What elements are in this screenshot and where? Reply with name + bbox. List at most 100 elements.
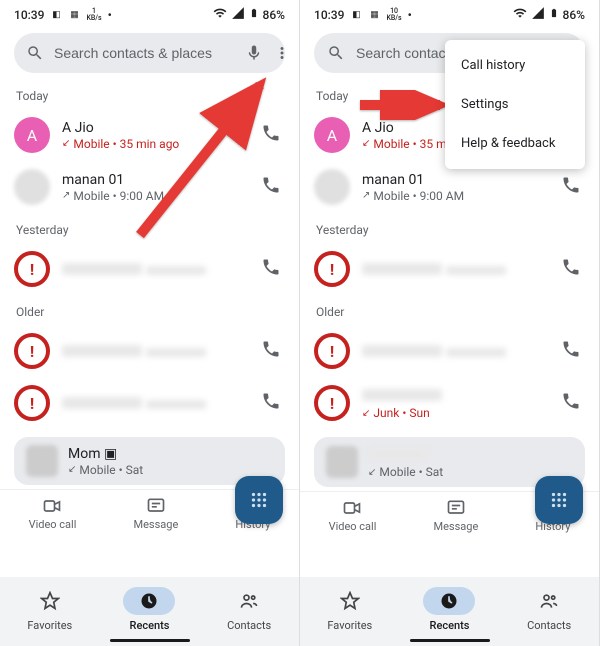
suggest-name: Mom ▣: [68, 446, 273, 462]
blurred-meta: [446, 266, 506, 275]
menu-help[interactable]: Help & feedback: [445, 124, 585, 163]
menu-call-history[interactable]: Call history: [445, 46, 585, 85]
spam-icon: !: [314, 251, 350, 287]
wifi-icon: [213, 6, 227, 23]
battery-icon: [549, 6, 559, 23]
status-bar: 10:39 ◧ ▦ 10KB/s • 86%: [300, 0, 599, 27]
incoming-icon: ↙: [68, 464, 76, 475]
blurred-name: [368, 448, 428, 460]
bottom-nav: Favorites Recents Contacts: [0, 577, 299, 646]
spam-icon: !: [14, 385, 50, 421]
bottom-nav: Favorites Recents Contacts: [300, 577, 599, 646]
call-item[interactable]: !: [0, 325, 299, 377]
dialpad-fab[interactable]: [535, 476, 583, 524]
blurred-name: [62, 263, 142, 275]
tab-message[interactable]: Message: [134, 496, 179, 531]
nav-favorites[interactable]: Favorites: [10, 587, 90, 632]
notification-icon: ◧: [50, 9, 62, 21]
battery-pct: 86%: [563, 8, 585, 22]
spam-icon: !: [314, 333, 350, 369]
mic-icon[interactable]: [245, 43, 263, 63]
avatar: A: [314, 117, 350, 153]
sim-icon: ▦: [68, 9, 80, 21]
section-older: Older: [0, 295, 299, 325]
nav-recents[interactable]: Recents: [409, 587, 489, 632]
signal-icon: [231, 6, 245, 23]
nav-contacts[interactable]: Contacts: [209, 587, 289, 632]
incoming-icon: ↙: [368, 467, 376, 478]
suggest-meta: ↙Mobile • Sat: [68, 463, 273, 477]
avatar: [26, 445, 58, 477]
avatar: A: [14, 117, 50, 153]
outgoing-icon: ↗: [62, 190, 70, 201]
battery-pct: 86%: [263, 8, 285, 22]
nav-recents[interactable]: Recents: [109, 587, 189, 632]
call-meta: ↙Junk • Sun: [362, 406, 549, 420]
outgoing-icon: ↗: [362, 190, 370, 201]
blurred-name: [362, 263, 442, 275]
spam-icon: !: [314, 385, 350, 421]
overflow-menu: Call history Settings Help & feedback: [445, 40, 585, 169]
nav-indicator: [410, 639, 490, 642]
call-button[interactable]: [561, 391, 585, 415]
blurred-name: [62, 345, 142, 357]
tab-message[interactable]: Message: [434, 498, 479, 533]
blurred-meta: [146, 400, 206, 409]
nav-contacts[interactable]: Contacts: [509, 587, 589, 632]
avatar: [314, 169, 350, 205]
blurred-meta: [446, 348, 506, 357]
search-icon: [26, 43, 44, 63]
call-name: manan 01: [362, 172, 549, 188]
menu-settings[interactable]: Settings: [445, 85, 585, 124]
call-button[interactable]: [561, 339, 585, 363]
search-input[interactable]: [54, 45, 235, 61]
blurred-meta: [146, 266, 206, 275]
more-icon[interactable]: [273, 43, 291, 63]
nav-indicator: [110, 639, 190, 642]
call-item[interactable]: !: [0, 243, 299, 295]
missed-icon: ↙: [362, 138, 370, 149]
spam-icon: !: [14, 333, 50, 369]
status-time: 10:39: [14, 8, 44, 22]
section-yesterday: Yesterday: [300, 213, 599, 243]
tab-videocall[interactable]: Video call: [29, 496, 77, 531]
call-button[interactable]: [561, 257, 585, 281]
battery-icon: [249, 6, 259, 23]
blurred-meta: [146, 348, 206, 357]
call-button[interactable]: [261, 391, 285, 415]
call-item[interactable]: ! ↙Junk • Sun: [300, 377, 599, 429]
call-meta: ↗Mobile • 9:00 AM: [362, 189, 549, 203]
dot-icon: •: [108, 8, 112, 22]
sim-badge-icon: ▣: [104, 446, 117, 462]
call-item[interactable]: !: [0, 377, 299, 429]
blurred-name: [62, 397, 142, 409]
call-item[interactable]: !: [300, 243, 599, 295]
status-time: 10:39: [314, 8, 344, 22]
search-icon: [326, 43, 346, 63]
notification-icon: ◧: [350, 9, 362, 21]
spam-icon: !: [14, 251, 50, 287]
tab-videocall[interactable]: Video call: [329, 498, 377, 533]
status-bar: 10:39 ◧ ▦ 1KB/s • 86%: [0, 0, 299, 27]
sim-icon: ▦: [368, 9, 380, 21]
call-button[interactable]: [261, 339, 285, 363]
tutorial-arrow: [130, 75, 280, 249]
signal-icon: [531, 6, 545, 23]
call-button[interactable]: [561, 175, 585, 199]
nav-favorites[interactable]: Favorites: [310, 587, 390, 632]
blurred-name: [362, 389, 442, 401]
blurred-name: [362, 345, 442, 357]
dialpad-fab[interactable]: [235, 476, 283, 524]
missed-icon: ↙: [62, 138, 70, 149]
tutorial-arrow: [355, 90, 455, 124]
dot-icon: •: [408, 8, 412, 22]
call-button[interactable]: [261, 257, 285, 281]
search-bar[interactable]: [14, 33, 285, 73]
section-older: Older: [300, 295, 599, 325]
net-speed: 1KB/s: [86, 8, 101, 22]
avatar: [326, 446, 358, 478]
wifi-icon: [513, 6, 527, 23]
missed-icon: ↙: [362, 408, 370, 419]
net-speed: 10KB/s: [386, 8, 401, 22]
call-item[interactable]: !: [300, 325, 599, 377]
